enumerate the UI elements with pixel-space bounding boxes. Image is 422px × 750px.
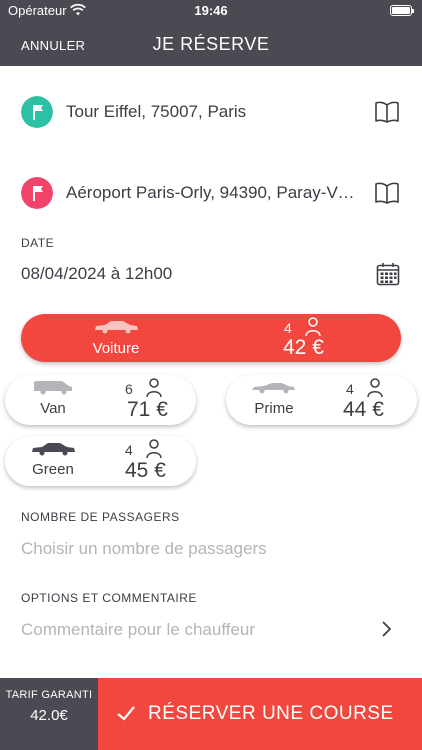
person-icon <box>305 317 321 337</box>
car-icon <box>95 321 138 334</box>
vehicle-price: 45 € <box>125 459 166 482</box>
battery-icon <box>390 5 414 16</box>
address-book-icon[interactable] <box>374 100 400 124</box>
passenger-count: 4 <box>284 320 292 336</box>
reserve-label: RÉSERVER UNE COURSE <box>148 703 394 724</box>
dropoff-flag-icon <box>21 177 53 209</box>
reserve-button[interactable]: RÉSERVER UNE COURSE <box>98 678 422 750</box>
vehicle-option-prime[interactable]: Prime 4 44 € <box>226 375 417 425</box>
passenger-count: 4 <box>346 381 354 397</box>
sports-car-icon <box>252 383 295 394</box>
vehicle-option-van[interactable]: Van 6 71 € <box>5 375 196 425</box>
address-book-icon[interactable] <box>374 181 400 205</box>
options-label: OPTIONS ET COMMENTAIRE <box>21 591 197 605</box>
vehicle-name: Van <box>40 400 66 417</box>
person-icon <box>367 378 383 398</box>
pickup-address: Tour Eiffel, 75007, Paris <box>66 102 247 121</box>
dropoff-row[interactable]: Aéroport Paris-Orly, 94390, Paray-Vieill… <box>0 173 422 213</box>
vehicle-name: Voiture <box>92 340 140 357</box>
vehicle-option-green[interactable]: Green 4 45 € <box>5 436 196 486</box>
chevron-right-icon[interactable] <box>380 620 392 638</box>
passengers-field[interactable]: Choisir un nombre de passagers <box>21 539 267 559</box>
passenger-count: 4 <box>125 442 133 458</box>
calendar-icon[interactable] <box>376 262 400 286</box>
car-icon <box>32 443 75 456</box>
comment-field[interactable]: Commentaire pour le chauffeur <box>21 620 255 640</box>
nav-bar: ANNULER JE RÉSERVE <box>0 22 422 66</box>
page-title: JE RÉSERVE <box>152 34 270 54</box>
vehicle-price: 71 € <box>127 398 168 421</box>
person-icon <box>146 378 162 398</box>
pickup-flag-icon <box>21 96 53 128</box>
pickup-row[interactable]: Tour Eiffel, 75007, Paris <box>0 92 422 132</box>
date-label: DATE <box>21 236 55 250</box>
passengers-label: NOMBRE DE PASSAGERS <box>21 510 180 524</box>
clock: 19:46 <box>194 3 228 18</box>
checkmark-icon <box>117 706 135 721</box>
dropoff-address: Aéroport Paris-Orly, 94390, Paray-Vieill… <box>66 183 356 202</box>
vehicle-name: Green <box>32 461 74 478</box>
person-icon <box>146 439 162 459</box>
status-bar: Opérateur 19:46 <box>0 0 422 22</box>
vehicle-option-voiture[interactable]: Voiture 4 42 € <box>21 314 401 362</box>
passenger-count: 6 <box>125 381 133 397</box>
tarif-label: TARIF GARANTI <box>5 689 93 701</box>
bottom-bar: TARIF GARANTI 42.0€ RÉSERVER UNE COURSE <box>0 678 422 750</box>
van-icon <box>34 381 72 395</box>
date-value[interactable]: 08/04/2024 à 12h00 <box>21 264 172 284</box>
vehicle-price: 44 € <box>343 398 384 421</box>
vehicle-price: 42 € <box>283 336 324 359</box>
tarif-value: 42.0€ <box>30 707 68 724</box>
tarif-box: TARIF GARANTI 42.0€ <box>0 678 98 750</box>
vehicle-name: Prime <box>254 400 294 417</box>
